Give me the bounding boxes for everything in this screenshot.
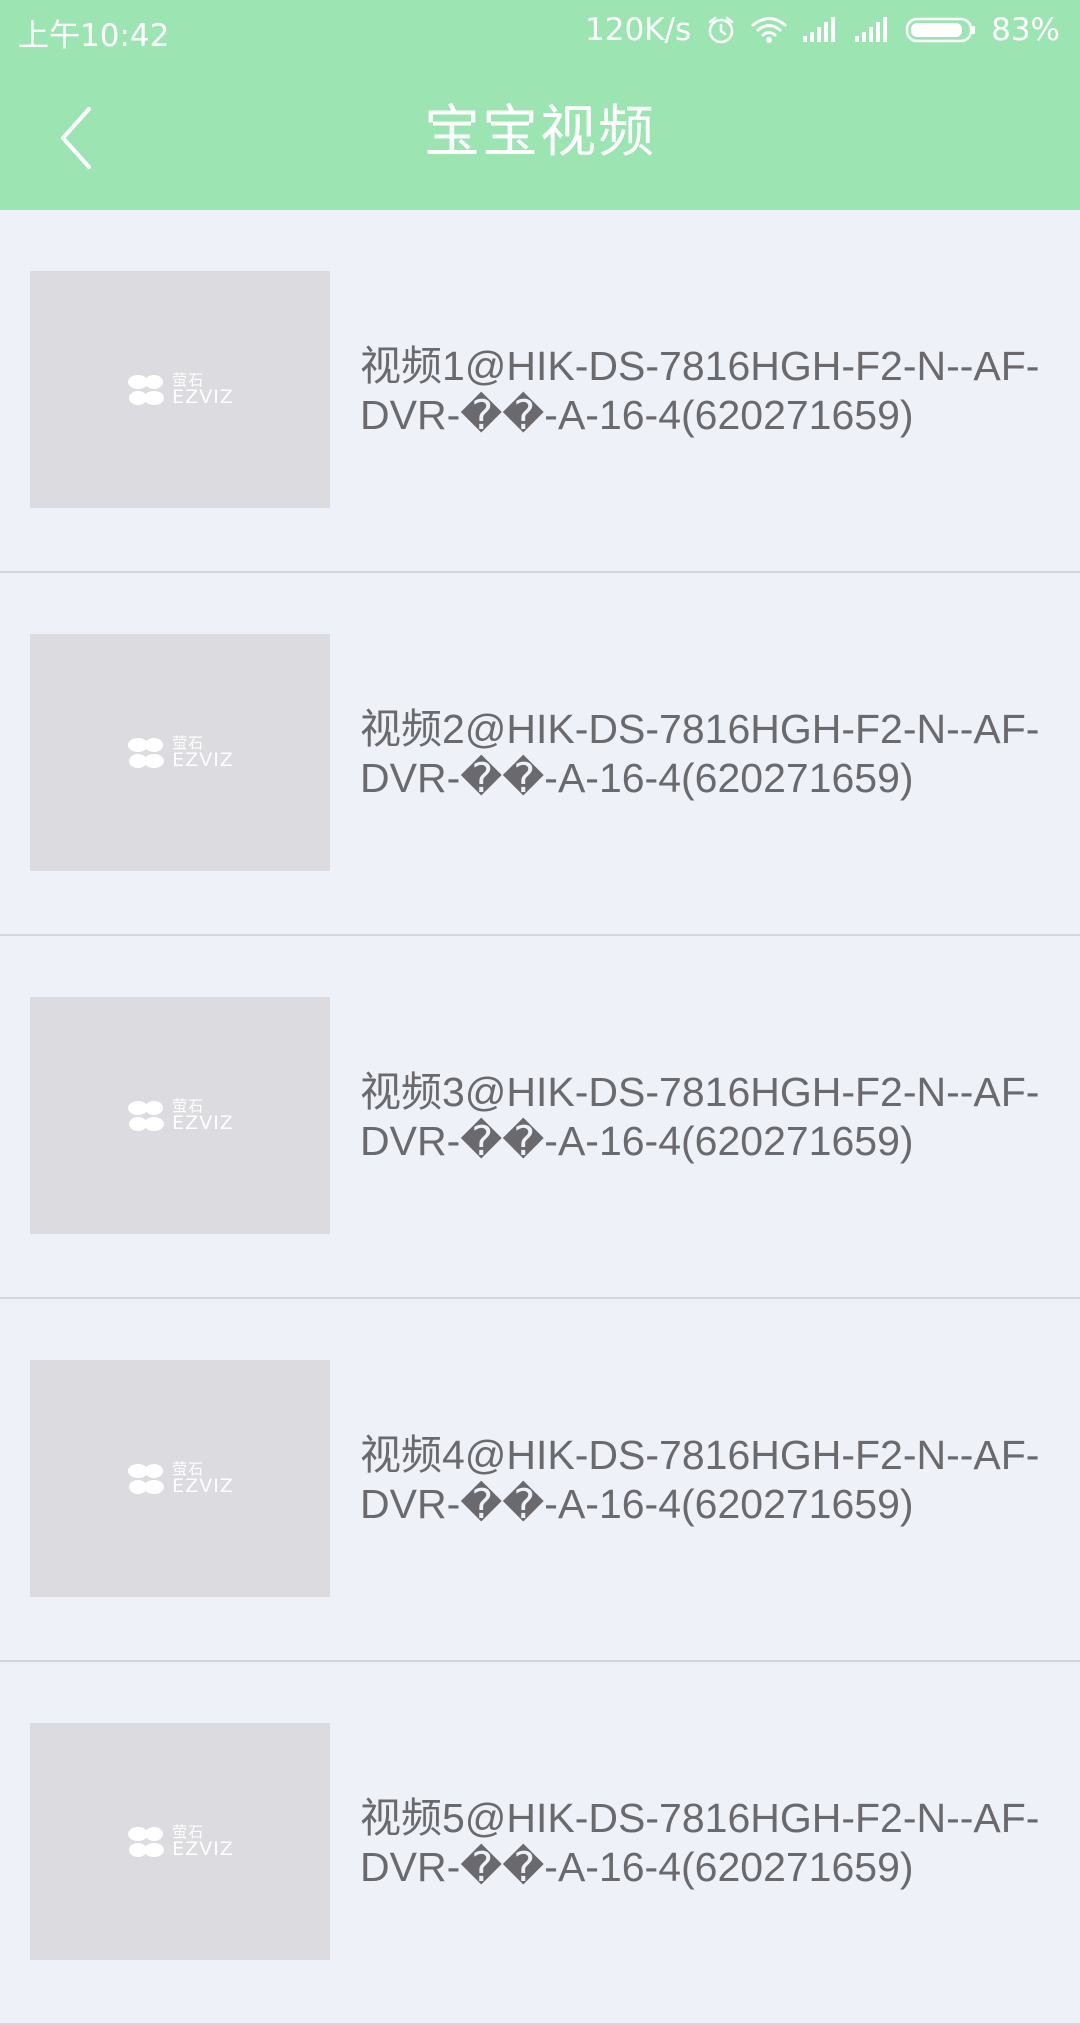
ezviz-logo: 萤石 EZVIZ (126, 1461, 234, 1497)
ezviz-flower-icon (128, 374, 165, 405)
page-title: 宝宝视频 (424, 100, 656, 165)
app-bar: 宝宝视频 (0, 60, 1080, 210)
status-right-group: 120K/s 83% (585, 10, 1060, 50)
network-speed: 120K/s (585, 12, 692, 48)
video-title: 视频2@HIK-DS-7816HGH-F2-N--AF-DVR-��-A-16-… (360, 705, 1040, 801)
video-title: 视频4@HIK-DS-7816HGH-F2-N--AF-DVR-��-A-16-… (360, 1431, 1040, 1527)
ezviz-flower-icon (128, 1100, 165, 1131)
video-title: 视频3@HIK-DS-7816HGH-F2-N--AF-DVR-��-A-16-… (360, 1068, 1040, 1164)
video-thumbnail[interactable]: 萤石 EZVIZ (30, 1723, 330, 1960)
status-bar: 上午10:42 120K/s 83% (0, 0, 1080, 60)
video-thumbnail[interactable]: 萤石 EZVIZ (30, 997, 330, 1234)
signal-icon (801, 16, 839, 44)
logo-text-en: EZVIZ (172, 1837, 234, 1860)
wifi-icon (751, 15, 787, 45)
video-thumbnail[interactable]: 萤石 EZVIZ (30, 271, 330, 508)
video-list-item[interactable]: 萤石 EZVIZ 视频1@HIK-DS-7816HGH-F2-N--AF-DVR… (0, 210, 1080, 573)
ezviz-flower-icon (128, 737, 165, 768)
ezviz-flower-icon (128, 1463, 165, 1494)
logo-text-en: EZVIZ (172, 385, 234, 408)
video-list: 萤石 EZVIZ 视频1@HIK-DS-7816HGH-F2-N--AF-DVR… (0, 210, 1080, 2025)
ezviz-logo: 萤石 EZVIZ (126, 735, 234, 771)
logo-text-en: EZVIZ (172, 1474, 234, 1497)
logo-text-en: EZVIZ (172, 748, 234, 771)
status-time: 上午10:42 (18, 18, 170, 54)
video-title: 视频1@HIK-DS-7816HGH-F2-N--AF-DVR-��-A-16-… (360, 342, 1040, 438)
signal-icon (853, 16, 891, 44)
video-title: 视频5@HIK-DS-7816HGH-F2-N--AF-DVR-��-A-16-… (360, 1794, 1040, 1890)
battery-icon (905, 16, 977, 44)
video-thumbnail[interactable]: 萤石 EZVIZ (30, 634, 330, 871)
ezviz-logo: 萤石 EZVIZ (126, 1098, 234, 1134)
ezviz-flower-icon (128, 1826, 165, 1857)
ezviz-logo: 萤石 EZVIZ (126, 372, 234, 408)
battery-percent: 83% (991, 12, 1060, 48)
logo-text-en: EZVIZ (172, 1111, 234, 1134)
video-list-item[interactable]: 萤石 EZVIZ 视频5@HIK-DS-7816HGH-F2-N--AF-DVR… (0, 1662, 1080, 2025)
video-list-item[interactable]: 萤石 EZVIZ 视频4@HIK-DS-7816HGH-F2-N--AF-DVR… (0, 1299, 1080, 1662)
video-thumbnail[interactable]: 萤石 EZVIZ (30, 1360, 330, 1597)
video-list-item[interactable]: 萤石 EZVIZ 视频3@HIK-DS-7816HGH-F2-N--AF-DVR… (0, 936, 1080, 1299)
ezviz-logo: 萤石 EZVIZ (126, 1824, 234, 1860)
alarm-icon (705, 14, 737, 46)
video-list-item[interactable]: 萤石 EZVIZ 视频2@HIK-DS-7816HGH-F2-N--AF-DVR… (0, 573, 1080, 936)
